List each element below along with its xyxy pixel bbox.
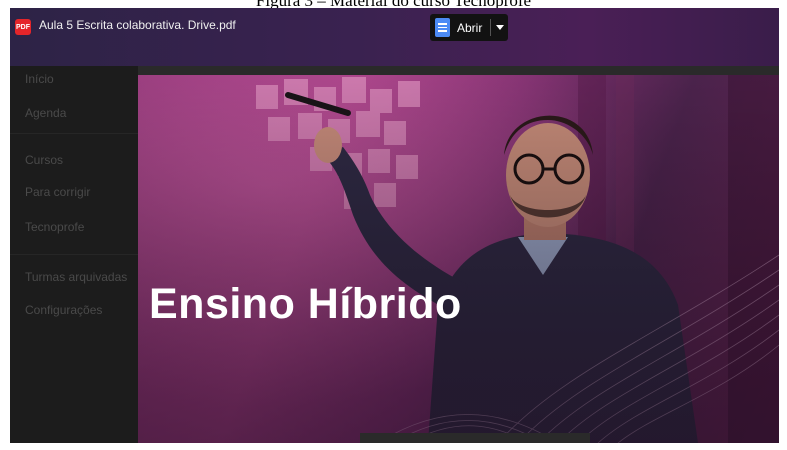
pdf-zoom-controls[interactable] [360, 433, 590, 443]
google-docs-icon [435, 18, 450, 37]
open-with-button[interactable]: Abrir [430, 14, 508, 41]
sidebar-divider [10, 133, 138, 134]
slide-photo [138, 75, 779, 443]
chevron-down-icon[interactable] [496, 25, 505, 30]
sidebar-item-tecnoprofe[interactable]: Tecnoprofe [25, 220, 84, 234]
sidebar-item-para-corrigir[interactable]: Para corrigir [25, 185, 90, 199]
sidebar-item-inicio[interactable]: Início [25, 72, 54, 86]
pdf-viewer-toolbar: PDF Aula 5 Escrita colaborativa. Drive.p… [10, 8, 779, 66]
background-tab-strip [138, 66, 779, 75]
open-button-label: Abrir [457, 20, 483, 35]
classroom-window: Início Agenda Cursos Para corrigir Tecno… [10, 8, 779, 443]
sidebar-item-turmas-arquivadas[interactable]: Turmas arquivadas [25, 270, 127, 284]
slide-page: Ensino Híbrido [138, 75, 779, 443]
sidebar-item-agenda[interactable]: Agenda [25, 106, 66, 120]
slide-title: Ensino Híbrido [149, 280, 462, 328]
button-separator [490, 19, 492, 36]
sidebar-item-configuracoes[interactable]: Configurações [25, 303, 102, 317]
pdf-file-icon: PDF [15, 19, 31, 35]
sidebar: Início Agenda Cursos Para corrigir Tecno… [10, 8, 138, 443]
sidebar-divider [10, 254, 138, 255]
file-title: Aula 5 Escrita colaborativa. Drive.pdf [39, 18, 236, 32]
sidebar-item-cursos[interactable]: Cursos [25, 153, 63, 167]
